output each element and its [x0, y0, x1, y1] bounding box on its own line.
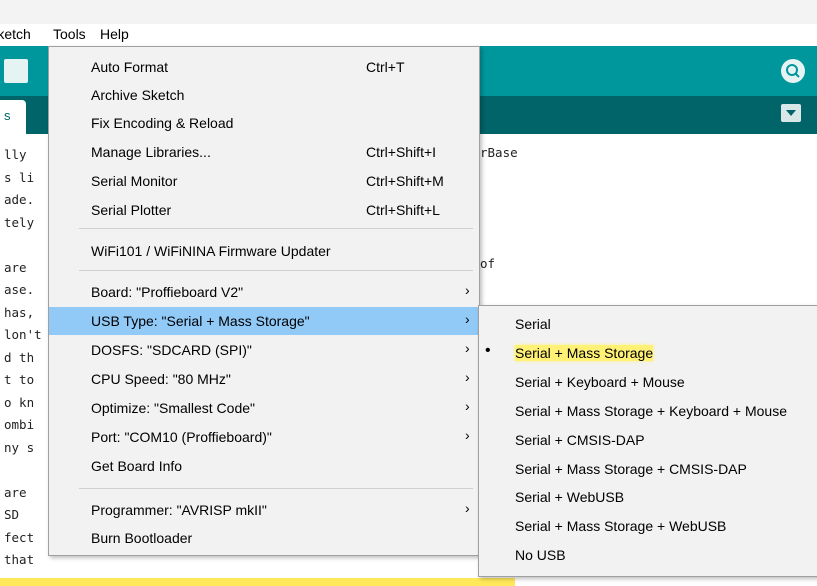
menu-item-burn-bootloader[interactable]: Burn Bootloader	[49, 524, 479, 552]
tab-sketch[interactable]: s	[0, 100, 26, 134]
usb-option-no-usb[interactable]: No USB	[479, 541, 817, 569]
selected-bullet-icon: •	[485, 342, 491, 359]
menu-item-auto-format[interactable]: Auto Format Ctrl+T	[49, 53, 479, 81]
menu-item-cpu-speed[interactable]: CPU Speed: "80 MHz" ›	[49, 365, 479, 393]
usb-type-submenu: Serial • Serial + Mass Storage Serial + …	[478, 305, 817, 577]
code-text-right-1: rBase	[480, 145, 518, 160]
chevron-right-icon: ›	[465, 340, 470, 356]
menu-bar: Sketch Tools Help	[0, 24, 817, 46]
menu-item-usb-type[interactable]: USB Type: "Serial + Mass Storage" ›	[49, 307, 479, 335]
menu-separator	[79, 228, 473, 229]
menu-item-fix-encoding[interactable]: Fix Encoding & Reload	[49, 109, 479, 137]
menu-item-archive-sketch[interactable]: Archive Sketch	[49, 81, 479, 109]
menu-item-serial-plotter[interactable]: Serial Plotter Ctrl+Shift+L	[49, 196, 479, 224]
menu-separator	[79, 270, 473, 271]
menu-item-serial-monitor[interactable]: Serial Monitor Ctrl+Shift+M	[49, 167, 479, 195]
tab-label: s	[4, 108, 11, 123]
usb-option-serial-keyboard-mouse[interactable]: Serial + Keyboard + Mouse	[479, 368, 817, 396]
menu-item-port[interactable]: Port: "COM10 (Proffieboard)" ›	[49, 423, 479, 451]
menu-tools[interactable]: Tools	[53, 26, 86, 42]
menu-item-get-board-info[interactable]: Get Board Info	[49, 452, 479, 480]
triangle-down-icon	[786, 110, 796, 116]
save-icon[interactable]	[4, 59, 28, 83]
code-text-left: lly s li ade. tely are ase. has, lon't d th t to…	[4, 147, 42, 567]
usb-option-serial-mass-storage-webusb[interactable]: Serial + Mass Storage + WebUSB	[479, 512, 817, 540]
code-text-right-2: of	[480, 256, 496, 271]
tab-menu-button[interactable]	[781, 104, 801, 122]
usb-option-serial-mass-storage-cmsis-dap[interactable]: Serial + Mass Storage + CMSIS-DAP	[479, 455, 817, 483]
chevron-right-icon: ›	[465, 398, 470, 414]
menu-item-firmware-updater[interactable]: WiFi101 / WiFiNINA Firmware Updater	[49, 237, 479, 265]
menu-help[interactable]: Help	[100, 26, 129, 42]
menu-item-programmer[interactable]: Programmer: "AVRISP mkII" ›	[49, 496, 479, 524]
chevron-right-icon: ›	[465, 427, 470, 443]
usb-option-serial[interactable]: Serial	[479, 310, 817, 338]
tools-menu: Auto Format Ctrl+T Archive Sketch Fix Enc…	[48, 46, 480, 556]
menu-item-dosfs[interactable]: DOSFS: "SDCARD (SPI)" ›	[49, 336, 479, 364]
chevron-right-icon: ›	[465, 282, 470, 298]
usb-option-serial-webusb[interactable]: Serial + WebUSB	[479, 483, 817, 511]
chevron-right-icon: ›	[465, 500, 470, 516]
menu-item-manage-libraries[interactable]: Manage Libraries... Ctrl+Shift+I	[49, 138, 479, 166]
magnifier-icon	[786, 64, 800, 78]
chevron-right-icon: ›	[465, 311, 470, 327]
usb-option-serial-cmsis-dap[interactable]: Serial + CMSIS-DAP	[479, 426, 817, 454]
title-strip	[0, 0, 817, 24]
usb-option-serial-mass-storage-keyboard-mouse[interactable]: Serial + Mass Storage + Keyboard + Mouse	[479, 397, 817, 425]
chevron-right-icon: ›	[465, 369, 470, 385]
menu-separator	[79, 488, 473, 489]
menu-item-board[interactable]: Board: "Proffieboard V2" ›	[49, 278, 479, 306]
menu-sketch[interactable]: Sketch	[0, 26, 31, 42]
serial-monitor-icon[interactable]	[781, 59, 805, 83]
usb-option-serial-mass-storage[interactable]: • Serial + Mass Storage	[479, 339, 817, 367]
menu-item-optimize[interactable]: Optimize: "Smallest Code" ›	[49, 394, 479, 422]
highlight-bar	[0, 578, 515, 586]
